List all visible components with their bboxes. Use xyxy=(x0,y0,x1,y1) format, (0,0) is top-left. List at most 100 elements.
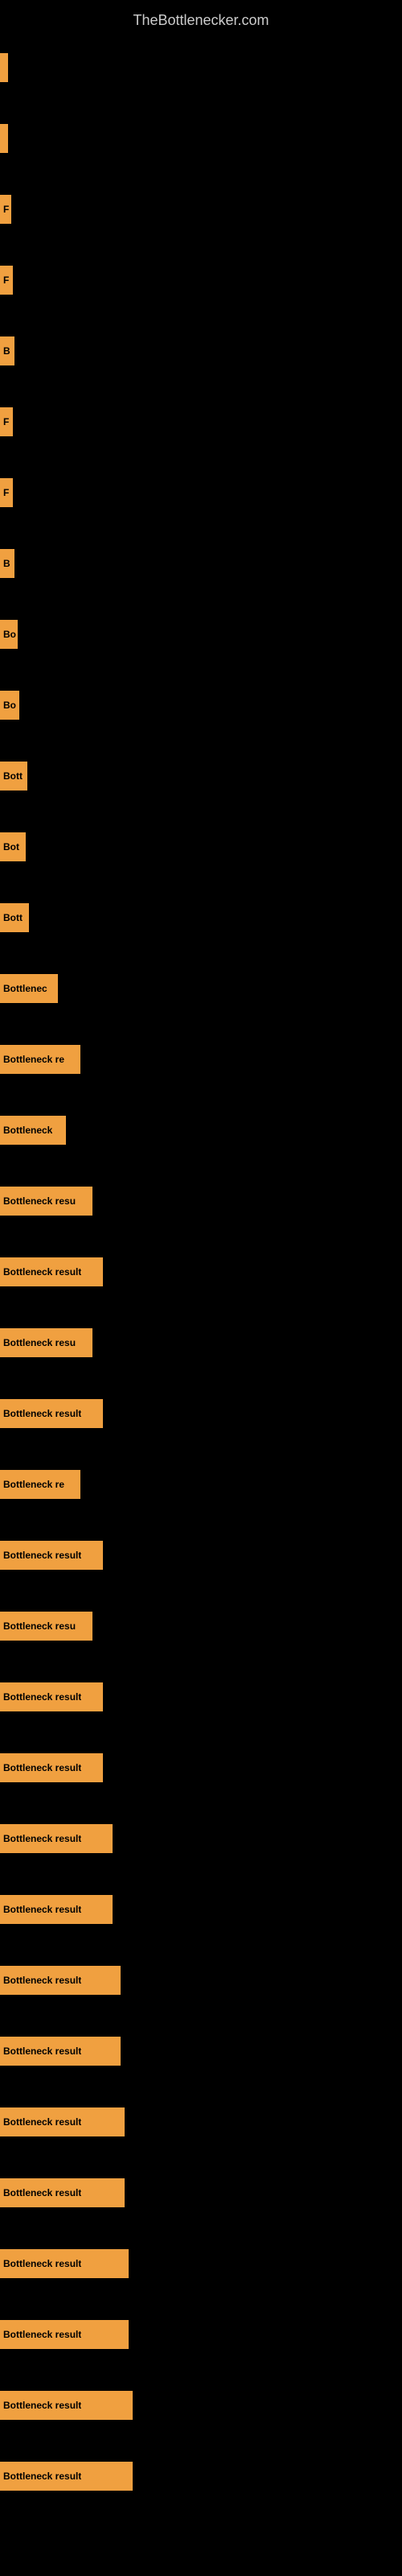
bar-label: Bottleneck result xyxy=(3,2046,81,2057)
bar-row: F xyxy=(0,386,402,457)
bar-label: F xyxy=(3,487,9,498)
bar-label: Bottleneck resu xyxy=(3,1620,76,1632)
bar-row: F xyxy=(0,457,402,528)
bar-row: Bot xyxy=(0,811,402,882)
bar: Bottlenec xyxy=(0,974,58,1003)
bar-label: Bott xyxy=(3,770,23,782)
bar: Bottleneck result xyxy=(0,1753,103,1782)
bar-row: Bottleneck resu xyxy=(0,1591,402,1662)
bars-container: F F B F F B Bo Bo Bott Bot Bott Bottlenec Bottleneck… xyxy=(0,32,402,2512)
bar: Bottleneck resu xyxy=(0,1187,92,1216)
bar-label: Bottleneck result xyxy=(3,1408,81,1419)
bar: Bottleneck re xyxy=(0,1045,80,1074)
bar-label: Bottleneck xyxy=(3,1125,52,1136)
bar: Bottleneck result xyxy=(0,1541,103,1570)
bar-label: F xyxy=(3,416,9,427)
bar: Bottleneck result xyxy=(0,2462,133,2491)
bar-row: Bottleneck result xyxy=(0,1662,402,1732)
bar-row: Bottleneck result xyxy=(0,1945,402,2016)
bar-row: Bottleneck result xyxy=(0,2228,402,2299)
bar xyxy=(0,124,8,153)
bar-row: Bottleneck xyxy=(0,1095,402,1166)
bar: Bo xyxy=(0,691,19,720)
bar: Bottleneck result xyxy=(0,2107,125,2136)
bar-label: Bottleneck result xyxy=(3,1904,81,1915)
bar-label: Bott xyxy=(3,912,23,923)
bar: F xyxy=(0,407,13,436)
bar-label: Bottleneck result xyxy=(3,2400,81,2411)
bar-row: F xyxy=(0,245,402,316)
bar-label: Bottleneck resu xyxy=(3,1195,76,1207)
bar: Bottleneck result xyxy=(0,1824,113,1853)
bar: Bottleneck resu xyxy=(0,1328,92,1357)
bar xyxy=(0,53,8,82)
bar-row: Bottleneck re xyxy=(0,1449,402,1520)
bar-label: F xyxy=(3,204,9,215)
bar-label: Bottleneck result xyxy=(3,2471,81,2482)
bar-label: B xyxy=(3,345,10,357)
bar: Bo xyxy=(0,620,18,649)
bar: B xyxy=(0,549,14,578)
bar-label: Bottleneck result xyxy=(3,1975,81,1986)
bar-label: B xyxy=(3,558,10,569)
bar-label: Bottleneck result xyxy=(3,1762,81,1773)
bar: Bottleneck result xyxy=(0,1399,103,1428)
bar: Bottleneck result xyxy=(0,1257,103,1286)
bar-row: Bott xyxy=(0,741,402,811)
bar-row: Bottleneck re xyxy=(0,1024,402,1095)
bar-label: Bottleneck re xyxy=(3,1479,64,1490)
bar-row: Bottleneck result xyxy=(0,1874,402,1945)
bar-row: Bottleneck result xyxy=(0,2087,402,2157)
bar-row: Bottleneck result xyxy=(0,1803,402,1874)
bar-label: Bo xyxy=(3,629,16,640)
bar-label: Bottleneck result xyxy=(3,2258,81,2269)
bar: Bottleneck xyxy=(0,1116,66,1145)
bar-row: Bottleneck result xyxy=(0,1520,402,1591)
bar-label: Bottleneck result xyxy=(3,2116,81,2128)
bar-row: Bottleneck result xyxy=(0,1378,402,1449)
bar: Bottleneck result xyxy=(0,2391,133,2420)
bar-label: Bottleneck result xyxy=(3,2187,81,2198)
bar: Bottleneck result xyxy=(0,2249,129,2278)
bar-row xyxy=(0,32,402,103)
bar-row: Bottleneck result xyxy=(0,1732,402,1803)
bar-row xyxy=(0,103,402,174)
bar-row: Bo xyxy=(0,670,402,741)
bar-row: Bottlenec xyxy=(0,953,402,1024)
bar: Bot xyxy=(0,832,26,861)
bar-label: Bottleneck result xyxy=(3,1550,81,1561)
bar-label: Bo xyxy=(3,700,16,711)
bar: Bottleneck result xyxy=(0,2037,121,2066)
bar-label: Bottleneck re xyxy=(3,1054,64,1065)
bar-label: Bottlenec xyxy=(3,983,47,994)
bar: Bottleneck result xyxy=(0,1895,113,1924)
bar-row: Bottleneck result xyxy=(0,2370,402,2441)
bar: F xyxy=(0,478,13,507)
bar-row: B xyxy=(0,528,402,599)
bar-label: Bottleneck result xyxy=(3,1833,81,1844)
bar-row: Bottleneck result xyxy=(0,2157,402,2228)
bar-row: Bo xyxy=(0,599,402,670)
bar: Bottleneck result xyxy=(0,2178,125,2207)
bar-row: Bottleneck resu xyxy=(0,1307,402,1378)
bar: F xyxy=(0,266,13,295)
bar-row: B xyxy=(0,316,402,386)
bar: Bottleneck result xyxy=(0,1966,121,1995)
bar-label: Bottleneck result xyxy=(3,1266,81,1278)
bar-row: Bottleneck result xyxy=(0,2299,402,2370)
bar: Bottleneck resu xyxy=(0,1612,92,1641)
bar: Bottleneck re xyxy=(0,1470,80,1499)
bar-label: Bottleneck result xyxy=(3,2329,81,2340)
bar-row: F xyxy=(0,174,402,245)
bar: Bott xyxy=(0,762,27,791)
bar-row: Bottleneck result xyxy=(0,1236,402,1307)
bar-row: Bottleneck result xyxy=(0,2441,402,2512)
bar-row: Bottleneck result xyxy=(0,2016,402,2087)
bar-label: F xyxy=(3,275,9,286)
bar-row: Bottleneck resu xyxy=(0,1166,402,1236)
bar: B xyxy=(0,336,14,365)
bar: Bott xyxy=(0,903,29,932)
bar-label: Bottleneck result xyxy=(3,1691,81,1703)
bar-row: Bott xyxy=(0,882,402,953)
bar: Bottleneck result xyxy=(0,1682,103,1711)
